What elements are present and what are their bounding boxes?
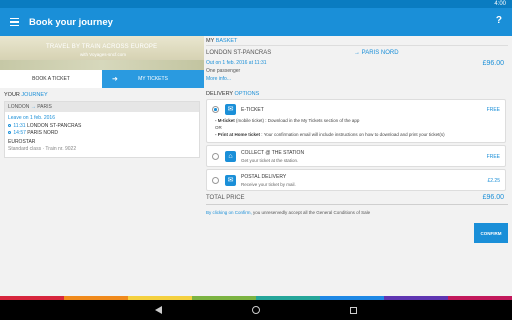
basket-out: Out on 1 feb. 2016 at 11:31 <box>206 60 267 66</box>
tab-my-tickets[interactable]: ➜ MY TICKETS <box>102 70 204 88</box>
collect-radio[interactable] <box>212 153 219 160</box>
postal-price: £2.25 <box>487 178 500 184</box>
total-value: £96.00 <box>482 194 504 201</box>
basket-section-title: MY BASKET <box>206 38 238 44</box>
class-info: Standard class · Train nr. 9022 <box>8 146 77 152</box>
journey-section-title: YOUR JOURNEY <box>4 92 48 98</box>
recent-apps-icon[interactable] <box>350 306 357 314</box>
app-bar: Book your journey ? <box>0 8 512 36</box>
conditions-text: By clicking on Confirm, you unreservedly… <box>206 210 371 215</box>
system-nav-bar <box>0 300 512 320</box>
page-title: Book your journey <box>29 16 113 28</box>
operator: EUROSTAR <box>8 139 36 145</box>
left-panel: TRAVEL BY TRAIN ACROSS EUROPE with Voyag… <box>0 36 204 292</box>
departure-dot-icon <box>8 124 11 127</box>
delivery-option-collect[interactable]: ⌂ COLLECT @ THE STATION Get your ticket … <box>206 145 506 167</box>
basket-from: LONDON ST-PANCRAS <box>206 50 272 56</box>
delivery-option-eticket[interactable]: ✉ E-TICKET FREE - M-ticket (mobile ticke… <box>206 99 506 143</box>
total-label: TOTAL PRICE <box>206 195 245 201</box>
banner-headline: TRAVEL BY TRAIN ACROSS EUROPE <box>46 44 158 50</box>
basket-price: £96.00 <box>482 60 504 67</box>
tab-book-ticket[interactable]: BOOK A TICKET <box>0 70 102 88</box>
menu-icon[interactable] <box>3 8 25 36</box>
basket-passengers: One passenger <box>206 68 241 74</box>
mail-icon: ✉ <box>225 175 236 186</box>
journey-route: LONDON → PARIS <box>5 102 199 112</box>
total-price-row: TOTAL PRICE £96.00 <box>206 194 508 205</box>
banner-subline: with Voyages-sncf.com <box>80 52 127 57</box>
basket-item: LONDON ST-PANCRAS → PARIS NORD £96.00 Ou… <box>206 45 508 89</box>
status-time: 4:00 <box>494 1 506 7</box>
departure-stop: 11:31 LONDON ST-PANCRAS <box>8 123 196 130</box>
home-icon[interactable] <box>252 306 260 314</box>
station-icon: ⌂ <box>225 151 236 162</box>
confirm-button[interactable]: CONFIRM <box>474 223 508 243</box>
help-icon[interactable]: ? <box>496 15 502 26</box>
basket-to: → PARIS NORD <box>354 50 399 56</box>
postal-radio[interactable] <box>212 177 219 184</box>
collect-price: FREE <box>486 154 500 160</box>
promo-banner: TRAVEL BY TRAIN ACROSS EUROPE with Voyag… <box>0 36 204 70</box>
delivery-option-postal[interactable]: ✉ POSTAL DELIVERY Receive your ticket by… <box>206 169 506 191</box>
journey-card: LONDON → PARIS Leave on 1 feb. 2016 11:3… <box>4 101 200 158</box>
leave-date: Leave on 1 feb. 2016 <box>8 115 55 121</box>
right-panel: MY BASKET LONDON ST-PANCRAS → PARIS NORD… <box>206 36 512 292</box>
delivery-section-title: DELIVERY OPTIONS <box>206 91 260 97</box>
ticket-icon: ✉ <box>225 104 236 115</box>
back-icon[interactable] <box>155 306 162 314</box>
arrow-right-icon: ➜ <box>112 76 118 83</box>
more-info-link[interactable]: More info... <box>206 76 231 82</box>
arrival-dot-icon <box>8 131 11 134</box>
eticket-radio[interactable] <box>212 106 219 113</box>
status-bar: 4:00 <box>0 0 512 8</box>
arrival-stop: 14:57 PARIS NORD <box>8 130 196 137</box>
eticket-price: FREE <box>486 107 500 113</box>
tab-bar: BOOK A TICKET ➜ MY TICKETS <box>0 70 204 88</box>
